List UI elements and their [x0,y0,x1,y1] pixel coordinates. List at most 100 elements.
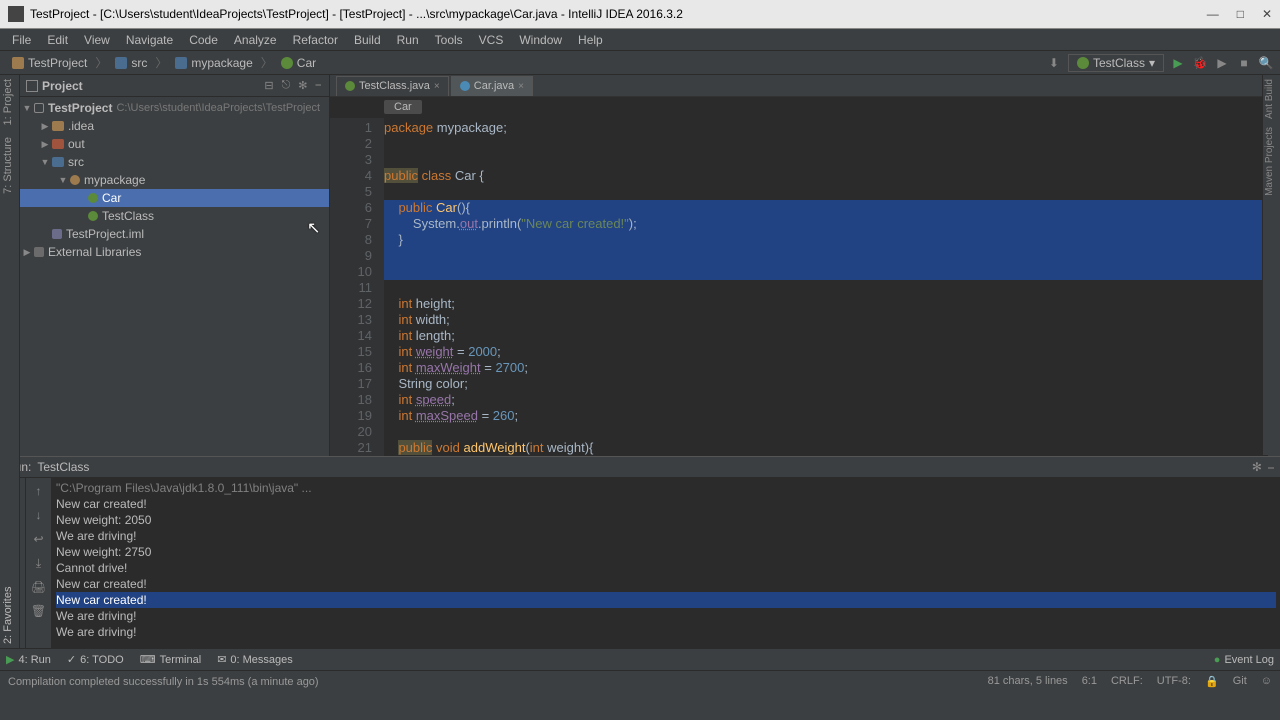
up-stack-icon[interactable]: ↑ [30,482,48,500]
make-project-icon[interactable]: ⬇ [1046,55,1062,71]
tree-out[interactable]: ▶ out [20,135,329,153]
chevron-right-icon: 〉 [155,54,167,71]
menu-refactor[interactable]: Refactor [285,31,346,49]
menu-build[interactable]: Build [346,31,389,49]
breadcrumb: TestProject 〉 src 〉 mypackage 〉 Car [6,54,322,71]
chevron-right-icon[interactable]: ▶ [38,139,52,150]
menu-file[interactable]: File [4,31,39,49]
tree-testclass[interactable]: TestClass [20,207,329,225]
hide-icon[interactable]: ⎯ [314,79,324,92]
folder-icon [52,121,64,131]
clear-all-icon[interactable]: 🗑 [30,602,48,620]
module-icon [34,103,44,113]
bottom-tool-stripe: ▶4: Run ✓6: TODO ⌨Terminal ✉0: Messages … [0,648,1280,670]
tab-maven-projects[interactable]: Maven Projects [1264,127,1279,196]
chevron-right-icon[interactable]: ▶ [20,247,34,258]
run-button[interactable]: ▶ [1170,55,1186,71]
right-tool-stripe: Ant Build Maven Projects [1262,75,1280,455]
code-text[interactable]: package mypackage; public class Car { pu… [384,118,1268,456]
tree-idea[interactable]: ▶ .idea [20,117,329,135]
tab-terminal[interactable]: ⌨Terminal [140,653,201,666]
stop-button[interactable]: ■ [1236,55,1252,71]
hector-icon[interactable]: ☺ [1261,675,1272,688]
menu-help[interactable]: Help [570,31,611,49]
breadcrumb-src[interactable]: src [109,55,153,71]
menu-edit[interactable]: Edit [39,31,76,49]
tab-messages[interactable]: ✉0: Messages [217,653,293,666]
project-header: Project ⊟ ⎋ ✻ ⎯ [20,75,329,97]
print-icon[interactable]: 🖨 [30,578,48,596]
project-tree[interactable]: ▼ TestProject C:\Users\student\IdeaProje… [20,97,329,456]
minimize-icon[interactable]: — [1207,7,1219,21]
hide-icon[interactable]: ⎯ [1268,460,1274,475]
status-message: Compilation completed successfully in 1s… [8,676,319,688]
menu-analyze[interactable]: Analyze [226,31,285,49]
tab-run[interactable]: ▶4: Run [6,653,51,666]
scroll-to-end-icon[interactable]: ⤓ [30,554,48,572]
menu-tools[interactable]: Tools [427,31,471,49]
collapse-all-icon[interactable]: ⊟ [262,79,275,92]
tree-src[interactable]: ▼ src [20,153,329,171]
code-editor[interactable]: 123456789101112131415161718192021 packag… [330,118,1280,456]
vcs-branch[interactable]: Git [1233,675,1247,688]
window-titlebar: TestProject - [C:\Users\student\IdeaProj… [0,0,1280,29]
down-stack-icon[interactable]: ↓ [30,506,48,524]
maximize-icon[interactable]: □ [1237,7,1244,21]
tab-event-log[interactable]: Event Log [1224,654,1274,666]
chevron-down-icon[interactable]: ▼ [38,157,52,167]
folder-icon [175,57,187,69]
window-title: TestProject - [C:\Users\student\IdeaProj… [30,7,683,21]
project-title[interactable]: Project [42,79,258,93]
coverage-button[interactable]: ▶ [1214,55,1230,71]
run-config-name: TestClass [37,460,89,474]
tab-todo[interactable]: ✓6: TODO [67,653,124,666]
chevron-down-icon[interactable]: ▼ [20,103,34,113]
close-icon[interactable]: ✕ [1262,7,1272,21]
tree-external-libraries[interactable]: ▶ External Libraries [20,243,329,261]
breadcrumb-package[interactable]: mypackage [169,55,258,71]
chevron-down-icon[interactable]: ▼ [56,175,70,185]
tree-car[interactable]: Car [20,189,329,207]
breadcrumb-class[interactable]: Car [275,55,322,71]
left-tool-stripe: 1: Project 7: Structure [0,75,20,456]
search-everywhere-icon[interactable]: 🔍 [1258,55,1274,71]
run-config-selector[interactable]: TestClass ▾ [1068,54,1164,72]
selection-info: 81 chars, 5 lines [988,675,1068,688]
line-separator[interactable]: CRLF: [1111,675,1143,688]
lock-icon[interactable]: 🔒 [1205,675,1219,688]
close-tab-icon[interactable]: × [434,81,440,92]
breadcrumb-project[interactable]: TestProject [6,55,93,71]
tree-package[interactable]: ▼ mypackage [20,171,329,189]
class-icon [88,193,98,203]
menu-code[interactable]: Code [181,31,226,49]
caret-position[interactable]: 6:1 [1082,675,1097,688]
editor-breadcrumb: Car [330,97,1280,118]
navigation-toolbar: TestProject 〉 src 〉 mypackage 〉 Car ⬇ Te… [0,51,1280,75]
tab-car-java[interactable]: Car.java × [451,76,533,96]
chevron-right-icon: 〉 [261,54,273,71]
tab-project[interactable]: 1: Project [2,79,17,125]
tab-favorites[interactable]: 2: Favorites [2,460,14,644]
debug-button[interactable]: 🐞 [1192,55,1208,71]
tab-structure[interactable]: 7: Structure [2,137,17,194]
menu-view[interactable]: View [76,31,118,49]
file-encoding[interactable]: UTF-8: [1157,675,1191,688]
soft-wrap-icon[interactable]: ↩ [30,530,48,548]
console-output[interactable]: "C:\Program Files\Java\jdk1.8.0_111\bin\… [52,478,1280,648]
editor-breadcrumb-class[interactable]: Car [384,100,422,114]
tab-ant-build[interactable]: Ant Build [1264,79,1279,119]
scroll-from-source-icon[interactable]: ⎋ [280,79,293,92]
tab-testclass-java[interactable]: TestClass.java × [336,76,449,96]
settings-icon[interactable]: ✻ [1252,460,1262,475]
menu-run[interactable]: Run [389,31,427,49]
close-tab-icon[interactable]: × [518,81,524,92]
tree-root[interactable]: ▼ TestProject C:\Users\student\IdeaProje… [20,99,329,117]
menu-window[interactable]: Window [511,31,570,49]
menu-vcs[interactable]: VCS [471,31,512,49]
folder-icon [52,139,64,149]
project-tool-window: Project ⊟ ⎋ ✻ ⎯ ▼ TestProject C:\Users\s… [20,75,330,456]
tree-iml[interactable]: TestProject.iml [20,225,329,243]
settings-icon[interactable]: ✻ [296,79,309,92]
menu-navigate[interactable]: Navigate [118,31,181,49]
chevron-right-icon[interactable]: ▶ [38,121,52,132]
